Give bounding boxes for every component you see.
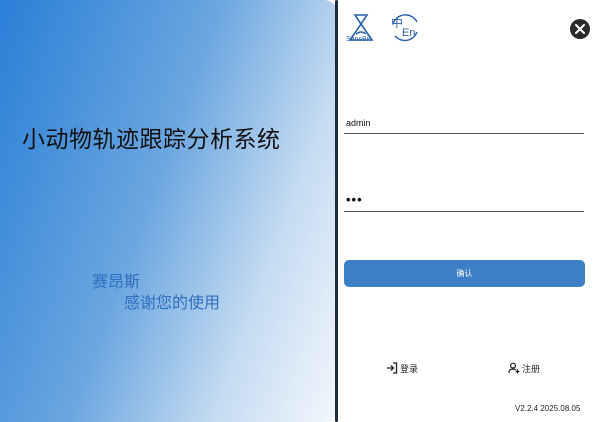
login-icon (387, 362, 398, 374)
language-en-label[interactable]: En (402, 27, 415, 39)
register-link[interactable]: 注册 (508, 360, 540, 376)
close-button[interactable] (570, 19, 590, 39)
logo-text: SansBio (346, 36, 373, 43)
thanks-message: 感谢您的使用 (124, 293, 221, 312)
app-title: 小动物轨迹跟踪分析系统 (22, 127, 281, 153)
username-input[interactable] (344, 112, 584, 134)
add-user-icon (508, 362, 520, 374)
close-icon (575, 24, 585, 34)
welcome-panel: 小动物轨迹跟踪分析系统 赛昂斯 感谢您的使用 (0, 0, 338, 422)
login-link[interactable]: 登录 (386, 360, 418, 376)
password-input[interactable] (344, 188, 584, 212)
login-label: 登录 (400, 364, 419, 375)
register-label: 注册 (522, 364, 541, 375)
panel-divider (335, 0, 338, 422)
version-label: V2.2.4 2025.08.05 (515, 404, 581, 413)
confirm-button[interactable]: 确认 (344, 260, 585, 287)
